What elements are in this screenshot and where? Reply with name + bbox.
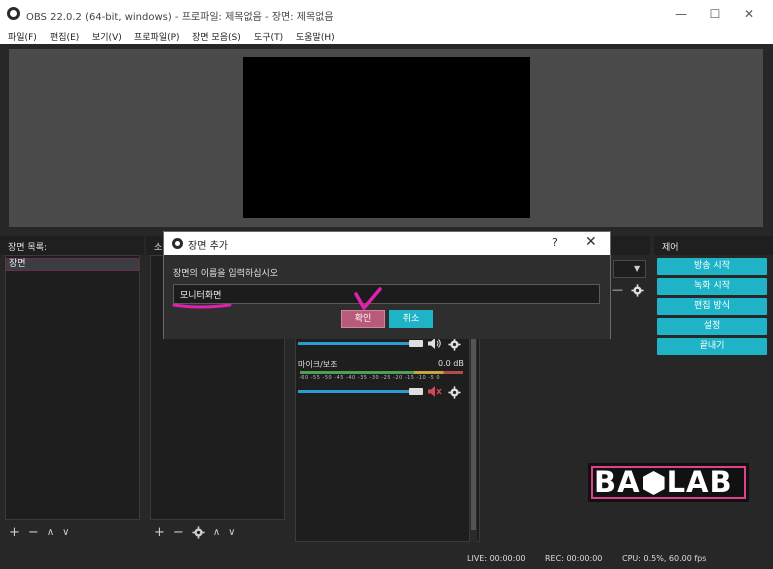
menu-edit[interactable]: 편집(E) xyxy=(50,30,79,43)
remove-scene-button[interactable]: − xyxy=(28,525,39,540)
move-scene-down-button[interactable]: ∨ xyxy=(62,527,69,538)
obs-dialog-icon xyxy=(172,238,183,249)
controls-dock-title: 제어 xyxy=(654,236,773,255)
start-recording-button[interactable]: 녹화 시작 xyxy=(657,278,767,295)
speaker-icon[interactable] xyxy=(428,338,442,349)
add-scene-button[interactable]: + xyxy=(9,525,20,540)
menu-profile[interactable]: 프로파일(P) xyxy=(134,30,180,43)
minimize-button[interactable]: — xyxy=(664,0,698,28)
move-source-down-button[interactable]: ∨ xyxy=(228,527,235,538)
menu-scene-collection[interactable]: 장면 모음(S) xyxy=(192,30,241,43)
dialog-title: 장면 추가 xyxy=(188,241,228,252)
mixer-scrollbar-thumb[interactable] xyxy=(471,334,476,530)
close-window-button[interactable]: ✕ xyxy=(732,0,766,28)
move-scene-up-button[interactable]: ∧ xyxy=(47,527,54,538)
scenes-toolbar: + − ∧ ∨ xyxy=(5,522,140,542)
rec-time: REC: 00:00:00 xyxy=(545,554,603,563)
mic-meter-ticks: -60 -55 -50 -45 -40 -35 -30 -25 -20 -15 … xyxy=(299,375,441,381)
live-time: LIVE: 00:00:00 xyxy=(467,554,526,563)
mic-slider-knob[interactable] xyxy=(409,388,423,395)
menu-view[interactable]: 보기(V) xyxy=(92,30,122,43)
mixer-scrollbar[interactable] xyxy=(469,330,477,542)
window-title: OBS 22.0.2 (64-bit, windows) - 프로파일: 제목없… xyxy=(26,12,334,23)
move-source-up-button[interactable]: ∧ xyxy=(213,527,220,538)
hexagon-icon xyxy=(642,471,665,495)
sources-toolbar: + − ∧ ∨ xyxy=(150,522,285,542)
mic-volume-slider[interactable] xyxy=(298,390,416,393)
menu-tools[interactable]: 도구(T) xyxy=(254,30,283,43)
mixer-dropdown[interactable]: ▼ xyxy=(613,260,646,278)
mixer-gear-icon[interactable] xyxy=(631,284,644,297)
scene-list-item[interactable]: 장면 xyxy=(5,258,139,271)
scenes-dock-title: 장면 목록: xyxy=(0,236,144,255)
desktop-audio-gear-icon[interactable] xyxy=(448,338,461,351)
scene-name-input[interactable] xyxy=(173,284,600,304)
window-title-bar: OBS 22.0.2 (64-bit, windows) - 프로파일: 제목없… xyxy=(0,0,773,28)
preview-canvas[interactable] xyxy=(243,57,530,218)
menu-bar: 파일(F) 편집(E) 보기(V) 프로파일(P) 장면 모음(S) 도구(T)… xyxy=(0,28,773,44)
obs-logo-icon xyxy=(7,7,20,20)
dialog-close-button[interactable]: ✕ xyxy=(585,234,597,250)
cancel-button[interactable]: 취소 xyxy=(389,310,433,328)
mic-channel-name: 마이크/보조 xyxy=(298,360,338,369)
remove-source-button[interactable]: − xyxy=(173,525,184,540)
studio-mode-button[interactable]: 편집 방식 xyxy=(657,298,767,315)
settings-button[interactable]: 설정 xyxy=(657,318,767,335)
maximize-button[interactable]: ☐ xyxy=(698,0,732,28)
mixer-collapse-icon[interactable]: — xyxy=(612,283,623,296)
desktop-audio-volume-slider[interactable] xyxy=(298,342,416,345)
menu-file[interactable]: 파일(F) xyxy=(8,30,37,43)
desktop-audio-slider-knob[interactable] xyxy=(409,340,423,347)
preview-area xyxy=(9,49,763,227)
add-source-button[interactable]: + xyxy=(154,525,165,540)
watermark-logo: BA LAB xyxy=(588,463,749,502)
mic-channel-level: 0.0 dB xyxy=(438,359,464,368)
help-button[interactable]: ? xyxy=(552,236,558,249)
mic-gear-icon[interactable] xyxy=(448,386,461,399)
start-streaming-button[interactable]: 방송 시작 xyxy=(657,258,767,275)
add-scene-dialog: 장면 추가 ? ✕ 장면의 이름을 입력하십시오 확인 취소 xyxy=(163,231,611,339)
dialog-body: 장면의 이름을 입력하십시오 확인 취소 xyxy=(164,255,610,339)
source-properties-gear-icon[interactable] xyxy=(192,525,205,539)
muted-speaker-icon[interactable] xyxy=(428,386,442,397)
scenes-list[interactable] xyxy=(5,255,140,520)
cpu-usage: CPU: 0.5%, 60.00 fps xyxy=(622,554,707,563)
dialog-title-bar: 장면 추가 ? ✕ xyxy=(164,232,610,255)
mic-level-meter xyxy=(300,371,463,374)
menu-help[interactable]: 도움말(H) xyxy=(296,30,335,43)
exit-button[interactable]: 끝내기 xyxy=(657,338,767,355)
ok-button[interactable]: 확인 xyxy=(341,310,385,328)
dialog-prompt: 장면의 이름을 입력하십시오 xyxy=(173,269,279,279)
status-bar: LIVE: 00:00:00 REC: 00:00:00 CPU: 0.5%, … xyxy=(0,548,773,569)
